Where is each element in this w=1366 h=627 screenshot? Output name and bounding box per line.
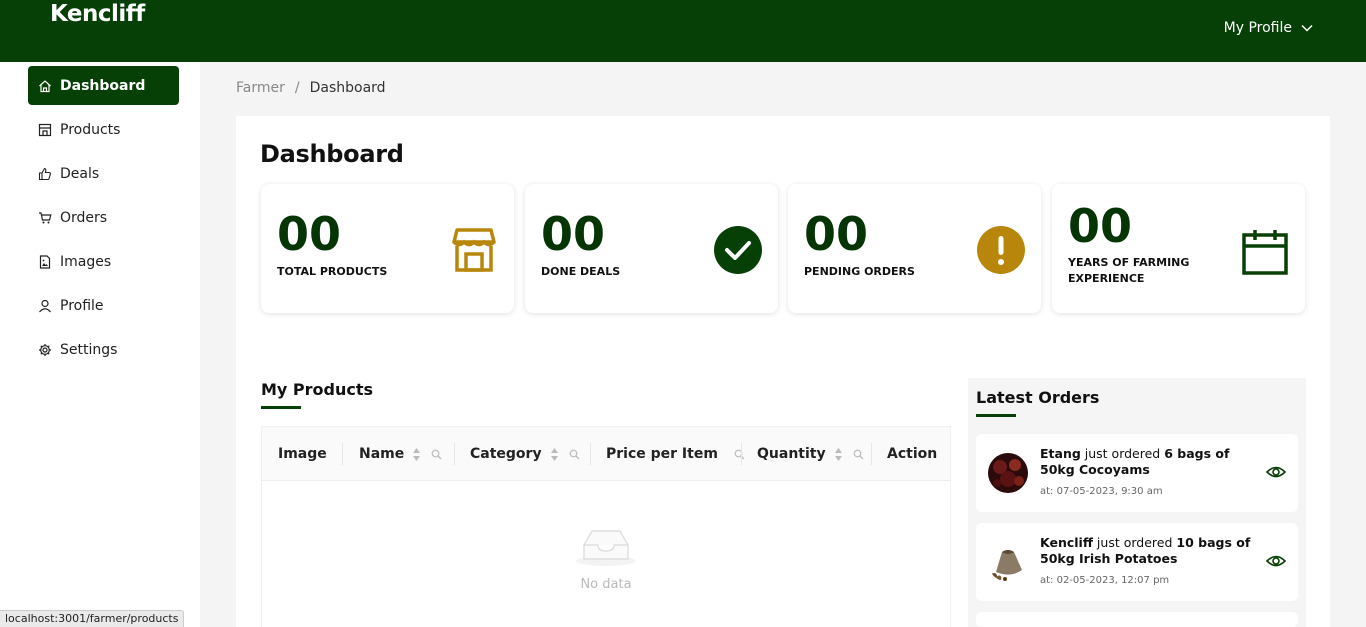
sidebar-item-label: Images — [60, 253, 112, 270]
order-buyer: Etang — [1040, 446, 1081, 461]
stat-value: 00 — [541, 207, 606, 261]
profile-menu-button[interactable]: My Profile — [1224, 20, 1314, 36]
product-thumbnail — [988, 453, 1028, 493]
chevron-down-icon — [1301, 24, 1313, 32]
sidebar-item-settings[interactable]: Settings — [28, 330, 179, 369]
order-card[interactable]: Etang just ordered 6 bags of 50kg Cocoya… — [976, 434, 1298, 512]
column-header-image: Image — [278, 427, 327, 481]
column-header-category[interactable]: Category — [470, 427, 580, 481]
empty-inbox-icon — [576, 530, 636, 566]
stat-label: PENDING ORDERS — [804, 265, 915, 278]
breadcrumb-parent[interactable]: Farmer — [236, 80, 285, 96]
column-header-action: Action — [887, 427, 937, 481]
column-header-quantity[interactable]: Quantity — [757, 427, 864, 481]
logo[interactable]: Kencliff — [50, 0, 145, 28]
sidebar-item-products[interactable]: Products — [28, 110, 179, 149]
sidebar-item-label: Dashboard — [60, 77, 146, 94]
table-header: Image Name Category Price per Item Quant… — [262, 427, 950, 481]
store-icon — [38, 123, 52, 136]
breadcrumb: Farmer / Dashboard — [236, 80, 386, 96]
profile-menu-label: My Profile — [1223, 20, 1292, 36]
sidebar-item-dashboard[interactable]: Dashboard — [28, 66, 179, 105]
column-separator — [342, 443, 343, 465]
breadcrumb-separator: / — [294, 80, 300, 96]
potato-sack-image — [988, 542, 1028, 582]
column-label: Action — [887, 446, 938, 462]
sidebar-item-label: Orders — [60, 209, 108, 226]
order-description: Kencliff just ordered 10 bags of 50kg Ir… — [1040, 535, 1260, 567]
order-card[interactable] — [976, 612, 1298, 627]
browser-status-url: localhost:3001/farmer/products — [0, 610, 185, 627]
order-verb: just ordered — [1092, 535, 1177, 550]
stat-label: DONE DEALS — [541, 265, 621, 278]
column-label: Image — [278, 446, 327, 462]
sidebar-item-label: Profile — [60, 297, 104, 314]
my-products-title: My Products — [261, 380, 374, 399]
home-icon — [39, 79, 51, 92]
order-buyer: Kencliff — [1040, 535, 1093, 550]
exclamation-circle-icon — [977, 226, 1025, 274]
column-label: Price per Item — [606, 446, 718, 462]
user-icon — [39, 299, 51, 312]
column-label: Name — [359, 446, 405, 462]
search-icon[interactable] — [853, 449, 864, 460]
latest-orders-title: Latest Orders — [976, 388, 1100, 407]
sort-icon[interactable] — [550, 447, 559, 462]
stat-card-done-deals: 00 DONE DEALS — [525, 184, 778, 313]
column-separator — [871, 443, 872, 465]
empty-state: No data — [262, 527, 950, 592]
image-file-icon — [39, 254, 51, 269]
section-underline — [261, 406, 301, 409]
calendar-icon — [1242, 230, 1288, 275]
stat-card-total-products: 00 TOTAL PRODUCTS — [261, 184, 514, 313]
column-header-name[interactable]: Name — [359, 427, 442, 481]
sort-icon[interactable] — [412, 447, 421, 462]
stat-value: 00 — [277, 207, 342, 261]
stat-value: 00 — [1068, 199, 1133, 253]
sidebar-item-label: Deals — [60, 165, 100, 182]
column-label: Category — [470, 446, 542, 462]
sidebar-item-deals[interactable]: Deals — [28, 154, 179, 193]
empty-state-text: No data — [580, 577, 632, 592]
order-description: Etang just ordered 6 bags of 50kg Cocoya… — [1040, 446, 1260, 478]
sidebar-item-images[interactable]: Images — [28, 242, 179, 281]
products-table: Image Name Category Price per Item Quant… — [261, 426, 951, 627]
sidebar-item-label: Settings — [60, 341, 118, 358]
thumbs-up-icon — [38, 167, 51, 180]
column-label: Quantity — [757, 446, 826, 462]
stat-label: TOTAL PRODUCTS — [277, 265, 388, 278]
column-separator — [590, 443, 591, 465]
top-bar: Kencliff My Profile — [0, 0, 1366, 62]
sidebar-item-orders[interactable]: Orders — [28, 198, 179, 237]
section-underline — [976, 414, 1016, 417]
search-icon[interactable] — [734, 449, 745, 460]
sidebar-item-label: Products — [60, 121, 121, 138]
stat-card-pending-orders: 00 PENDING ORDERS — [788, 184, 1041, 313]
eye-icon[interactable] — [1266, 553, 1286, 569]
breadcrumb-current: Dashboard — [309, 80, 386, 96]
cocoyam-image — [988, 453, 1028, 493]
column-separator — [741, 443, 742, 465]
sidebar-item-profile[interactable]: Profile — [28, 286, 179, 325]
stat-label: YEARS OF FARMING EXPERIENCE — [1068, 256, 1190, 285]
product-thumbnail — [988, 542, 1028, 582]
order-card[interactable]: Kencliff just ordered 10 bags of 50kg Ir… — [976, 523, 1298, 601]
stat-card-years-experience: 00 YEARS OF FARMING EXPERIENCE — [1052, 184, 1305, 313]
eye-icon[interactable] — [1266, 464, 1286, 480]
page-title: Dashboard — [260, 140, 404, 168]
order-time: at: 07-05-2023, 9:30 am — [1040, 486, 1163, 497]
search-icon[interactable] — [431, 449, 442, 460]
sidebar: Dashboard Products Deals Orders Images P… — [0, 62, 200, 627]
search-icon[interactable] — [569, 449, 580, 460]
sort-icon[interactable] — [834, 447, 843, 462]
order-time: at: 02-05-2023, 12:07 pm — [1040, 575, 1170, 586]
column-separator — [454, 443, 455, 465]
stat-value: 00 — [804, 207, 869, 261]
order-verb: just ordered — [1080, 446, 1165, 461]
store-icon — [452, 228, 496, 272]
cart-icon — [39, 211, 52, 223]
gear-icon — [39, 343, 51, 356]
check-circle-icon — [714, 226, 762, 274]
column-header-price[interactable]: Price per Item — [606, 427, 745, 481]
